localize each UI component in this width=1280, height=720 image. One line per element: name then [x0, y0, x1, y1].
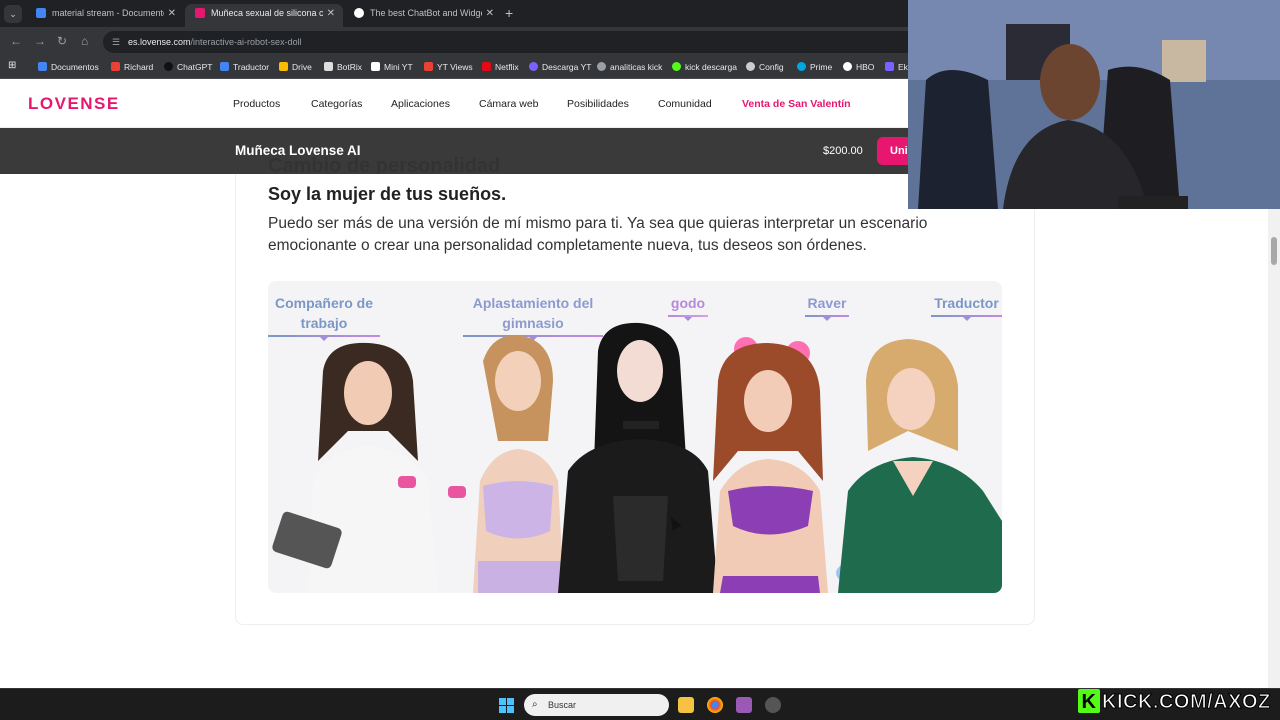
- bookmark-richard[interactable]: Richard: [111, 61, 153, 73]
- bookmark-icon: [885, 62, 894, 71]
- bookmark-botrix[interactable]: BotRix: [324, 61, 362, 73]
- close-icon[interactable]: ✕: [168, 4, 176, 23]
- bookmark-mini-yt[interactable]: Mini YT: [371, 61, 413, 73]
- botrix-icon: [324, 62, 333, 71]
- kick-icon: [672, 62, 681, 71]
- site-info-icon[interactable]: ☰: [112, 31, 120, 53]
- lovense-logo[interactable]: LOVENSE: [28, 94, 120, 114]
- bookmark-prime[interactable]: Prime: [797, 61, 832, 73]
- url-input[interactable]: ☰ es.lovense.com/interactive-ai-robot-se…: [103, 31, 1003, 53]
- chatbot-favicon-icon: [354, 8, 364, 18]
- gear-icon: [746, 62, 755, 71]
- nav-posibilidades[interactable]: Posibilidades: [567, 98, 629, 110]
- bookmark-drive[interactable]: Drive: [279, 61, 312, 73]
- chatgpt-icon: [164, 62, 173, 71]
- bookmark-netflix[interactable]: Netflix: [482, 61, 519, 73]
- persona-translator-figure: [838, 339, 1002, 593]
- hbo-icon: [843, 62, 852, 71]
- tab-lovense[interactable]: Muñeca sexual de silicona con ✕: [185, 4, 343, 27]
- taskbar-search-input[interactable]: ⌕ Buscar: [524, 694, 669, 716]
- section-title: Cambio de personalidad: [268, 156, 501, 174]
- analytics-icon: [597, 62, 606, 71]
- tab-chatbot[interactable]: The best ChatBot and Widgets ✕: [344, 4, 502, 27]
- kick-stream-watermark: K KICK.COM/AXOZ: [1078, 689, 1271, 715]
- nav-productos[interactable]: Productos: [233, 98, 280, 110]
- section-subtitle: Soy la mujer de tus sueños.: [268, 184, 507, 204]
- bookmark-descarga-yt[interactable]: Descarga YT: [529, 61, 591, 73]
- bookmark-icon: [371, 62, 380, 71]
- reload-icon[interactable]: ↻: [57, 34, 67, 48]
- close-icon[interactable]: ✕: [486, 4, 494, 23]
- close-icon[interactable]: ✕: [327, 4, 335, 23]
- section-description: Puedo ser más de una versión de mí mismo…: [268, 215, 928, 254]
- app-icon[interactable]: [736, 697, 752, 713]
- prime-icon: [797, 62, 806, 71]
- persona-goth-figure: [558, 322, 718, 593]
- bookmark-icon: [111, 62, 120, 71]
- nav-aplicaciones[interactable]: Aplicaciones: [391, 98, 450, 110]
- bookmark-traductor[interactable]: Traductor: [220, 61, 269, 73]
- tab-title: material stream - Documentos: [52, 8, 164, 18]
- tab-search-button[interactable]: ⌄: [4, 5, 22, 23]
- bookmark-chatgpt[interactable]: ChatGPT: [164, 61, 212, 73]
- webcam-overlay: [908, 0, 1280, 209]
- forward-arrow-icon[interactable]: →: [34, 34, 46, 48]
- windows-start-icon[interactable]: [499, 698, 514, 713]
- bookmark-analiticas-kick[interactable]: analiticas kick: [597, 61, 662, 73]
- new-tab-plus-icon[interactable]: +: [505, 5, 513, 21]
- persona-gym-figure: [473, 335, 564, 593]
- bookmark-config[interactable]: Config: [746, 61, 784, 73]
- search-icon: ⌕: [532, 699, 538, 710]
- url-path: /interactive-ai-robot-sex-doll: [190, 37, 302, 47]
- bookmark-kick-descarga[interactable]: kick descarga: [672, 61, 737, 73]
- netflix-icon: [482, 62, 491, 71]
- docs-icon: [36, 8, 46, 18]
- url-domain: es.lovense.com: [128, 37, 191, 47]
- youtube-icon: [424, 62, 433, 71]
- webcam-feed-image: [908, 0, 1280, 209]
- search-placeholder: Buscar: [548, 700, 577, 710]
- chrome-icon[interactable]: [707, 697, 723, 713]
- docs-icon: [38, 62, 47, 71]
- product-price: $200.00: [823, 145, 863, 157]
- bookmark-ek[interactable]: Ek: [885, 61, 908, 73]
- tab-title: The best ChatBot and Widgets: [370, 8, 482, 18]
- drive-icon: [279, 62, 288, 71]
- page-scrollbar[interactable]: [1268, 209, 1280, 688]
- nav-camara-web[interactable]: Cámara web: [479, 98, 539, 110]
- download-icon: [529, 62, 538, 71]
- nav-venta-san-valentin[interactable]: Venta de San Valentín: [742, 98, 851, 110]
- obs-icon[interactable]: [765, 697, 781, 713]
- kick-logo-icon: K: [1078, 689, 1100, 713]
- nav-comunidad[interactable]: Comunidad: [658, 98, 712, 110]
- lovense-favicon-icon: [195, 8, 205, 18]
- file-explorer-icon[interactable]: [678, 697, 694, 713]
- bookmark-yt-views[interactable]: YT Views: [424, 61, 473, 73]
- bookmark-documentos[interactable]: Documentos: [38, 61, 99, 73]
- persona-lineup-image: [272, 322, 1002, 593]
- scrollbar-thumb[interactable]: [1271, 237, 1277, 265]
- home-icon[interactable]: ⌂: [81, 34, 88, 48]
- persona-gallery: Compañero de trabajo Aplastamiento del g…: [268, 281, 1002, 593]
- apps-grid-icon[interactable]: ⊞: [8, 60, 16, 71]
- tab-title: Muñeca sexual de silicona con: [211, 8, 323, 18]
- bookmark-hbo[interactable]: HBO: [843, 61, 874, 73]
- nav-categorias[interactable]: Categorías: [311, 98, 362, 110]
- tab-documentos[interactable]: material stream - Documentos ✕: [26, 4, 184, 27]
- translate-icon: [220, 62, 229, 71]
- persona-coworker-figure: [272, 342, 466, 593]
- back-arrow-icon[interactable]: ←: [10, 34, 22, 48]
